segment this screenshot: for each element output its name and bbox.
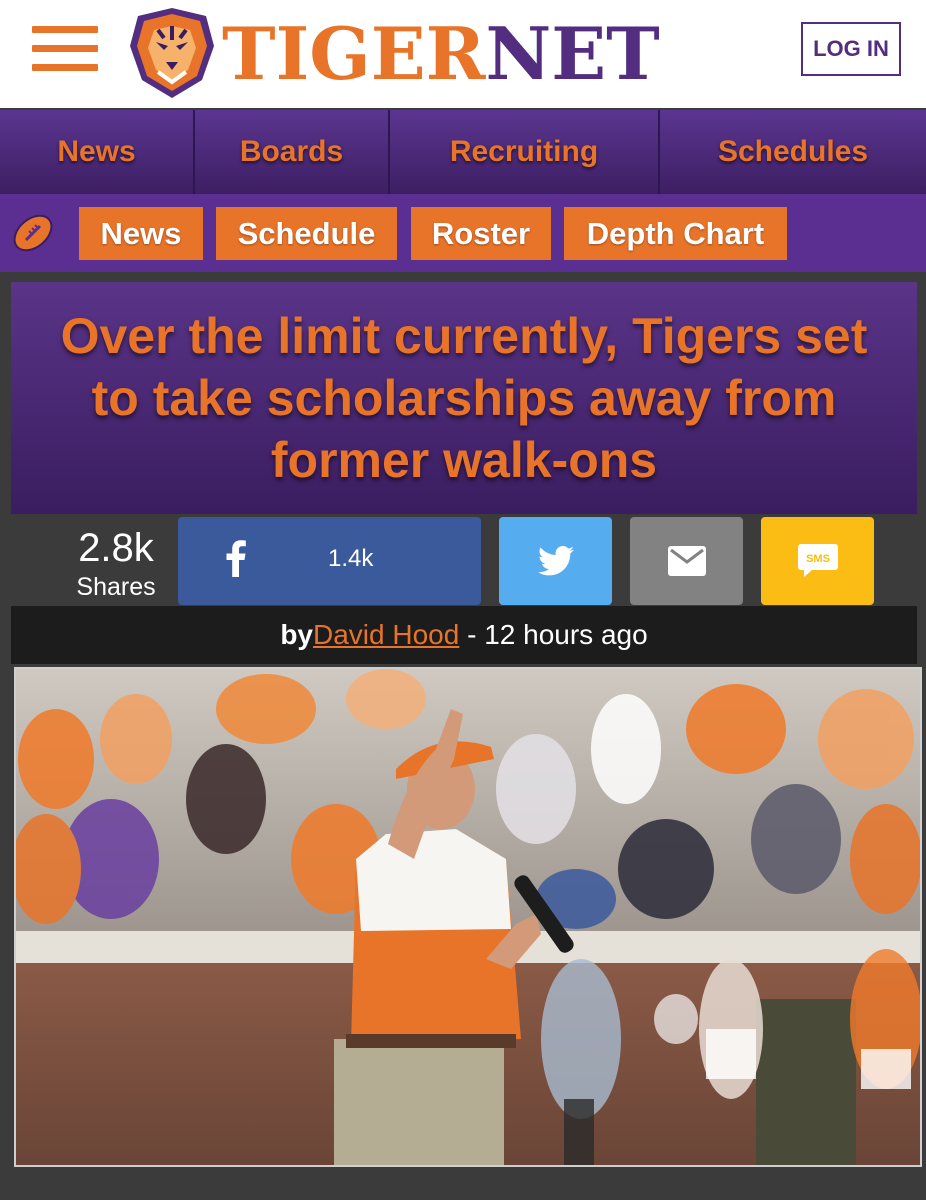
sms-share-button[interactable]: SMS — [761, 517, 874, 605]
main-nav: News Boards Recruiting Schedules — [0, 110, 926, 194]
login-button[interactable]: LOG IN — [801, 22, 901, 76]
nav-item-recruiting[interactable]: Recruiting — [390, 110, 660, 194]
byline-prefix: by — [280, 619, 313, 650]
tiger-logo-icon — [130, 8, 214, 98]
site-header: TIGERNET LOG IN — [0, 0, 926, 108]
facebook-icon — [226, 540, 246, 577]
share-label: Shares — [76, 573, 156, 601]
subnav-schedule[interactable]: Schedule — [216, 207, 397, 260]
logo-text-net: NET — [485, 11, 660, 96]
share-total: 2.8k — [78, 526, 154, 570]
site-logo[interactable]: TIGERNET — [128, 6, 660, 102]
menu-icon[interactable] — [32, 26, 98, 72]
headline-banner: Over the limit currently, Tigers set to … — [11, 282, 917, 514]
nav-item-news[interactable]: News — [0, 110, 195, 194]
logo-text-tiger: TIGER — [222, 11, 486, 96]
facebook-share-button[interactable]: 1.4k — [178, 517, 481, 605]
article-headline: Over the limit currently, Tigers set to … — [60, 308, 868, 488]
article-photo[interactable] — [14, 667, 922, 1167]
sms-icon-label: SMS — [806, 553, 830, 565]
logo-wordmark: TIGERNET — [222, 16, 660, 92]
football-icon[interactable] — [10, 212, 56, 254]
subnav-roster[interactable]: Roster — [411, 207, 551, 260]
coach-photo — [16, 669, 920, 1165]
twitter-icon — [537, 546, 574, 576]
share-count: 2.8k Shares — [60, 524, 172, 602]
email-share-button[interactable] — [630, 517, 743, 605]
article-byline: by David Hood - 12 hours ago — [11, 606, 917, 664]
article-time: 12 hours ago — [484, 619, 648, 650]
byline-separator: - — [459, 619, 485, 650]
nav-item-boards[interactable]: Boards — [195, 110, 390, 194]
author-link[interactable]: David Hood — [313, 619, 459, 651]
twitter-share-button[interactable] — [499, 517, 612, 605]
email-icon — [667, 546, 706, 576]
facebook-share-count: 1.4k — [328, 545, 374, 572]
subnav-depth-chart[interactable]: Depth Chart — [564, 207, 787, 260]
subnav-news[interactable]: News — [79, 207, 203, 260]
nav-item-schedules[interactable]: Schedules — [660, 110, 926, 194]
page: TIGERNET LOG IN News Boards Recruiting S… — [0, 0, 926, 1200]
sms-icon: SMS — [797, 544, 838, 577]
